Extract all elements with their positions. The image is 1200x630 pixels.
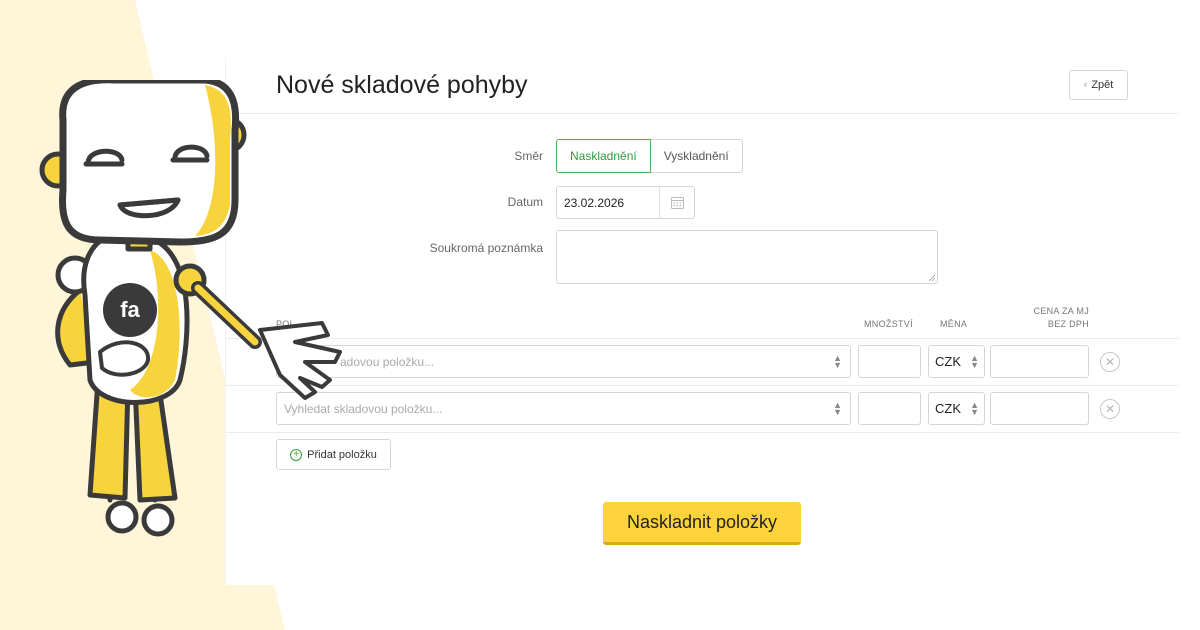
column-quantity: MNOŽSTVÍ <box>864 319 913 329</box>
currency-value: CZK <box>935 354 961 369</box>
submit-button[interactable]: Naskladnit položky <box>603 502 801 545</box>
date-field <box>556 186 695 219</box>
robot-mascot-illustration: fa <box>39 80 342 537</box>
close-circle-icon[interactable]: ✕ <box>1100 352 1120 372</box>
calendar-icon <box>670 196 684 209</box>
currency-select[interactable]: CZK ▲ ▼ <box>928 392 985 425</box>
currency-value: CZK <box>935 401 961 416</box>
direction-label: Směr <box>514 149 543 163</box>
up-down-icon: ▲ ▼ <box>970 353 979 370</box>
currency-select[interactable]: CZK ▲ ▼ <box>928 345 985 378</box>
date-label: Datum <box>507 195 543 209</box>
close-circle-icon[interactable]: ✕ <box>1100 399 1120 419</box>
back-button[interactable]: ‹ Zpět <box>1069 70 1128 100</box>
column-price-line1: CENA ZA MJ <box>1033 306 1089 316</box>
column-currency: MĚNA <box>940 319 968 329</box>
note-textarea[interactable] <box>556 230 938 284</box>
direction-in-button[interactable]: Naskladnění <box>556 139 651 173</box>
back-button-label: Zpět <box>1091 79 1114 91</box>
chevron-left-icon: ‹ <box>1083 79 1088 91</box>
resize-grip-icon[interactable] <box>928 274 936 282</box>
date-input[interactable] <box>557 187 659 218</box>
price-input[interactable] <box>990 392 1089 425</box>
direction-out-button[interactable]: Vyskladnění <box>650 139 743 173</box>
up-down-icon: ▲ ▼ <box>970 400 979 417</box>
note-label: Soukromá poznámka <box>429 241 543 255</box>
direction-toggle: Naskladnění Vyskladnění <box>556 139 743 173</box>
quantity-input[interactable] <box>858 345 921 378</box>
quantity-input[interactable] <box>858 392 921 425</box>
up-down-icon: ▲ ▼ <box>833 400 842 417</box>
robot-badge-text: fa <box>120 297 140 322</box>
calendar-button[interactable] <box>659 187 694 218</box>
up-down-icon: ▲ ▼ <box>833 353 842 370</box>
column-price-line2: BEZ DPH <box>1047 319 1089 329</box>
price-input[interactable] <box>990 345 1089 378</box>
